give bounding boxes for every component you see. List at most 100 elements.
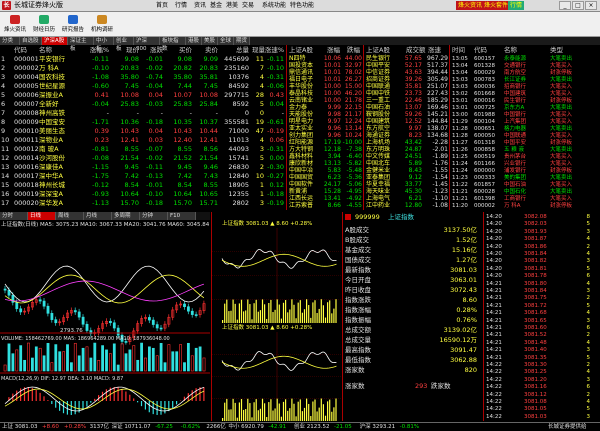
table-cell: 5 bbox=[1, 91, 6, 99]
table-cell: 15741 bbox=[228, 154, 249, 162]
table-header-8[interactable]: 总量 bbox=[221, 46, 249, 54]
menu-item-1[interactable]: 行情 bbox=[175, 1, 187, 10]
tab-11[interactable]: 期货 bbox=[234, 37, 250, 45]
toolbar-button-0[interactable]: 烽火资讯 bbox=[2, 14, 28, 34]
table-row[interactable]: 12 000014 沙河股份 -0.08 21.54 -0.02 21.52 21.54 157… bbox=[0, 154, 285, 163]
table-row[interactable]: 5 000006 深振业A 0.41 10.08 0.04 10.07 10.08 297715… bbox=[0, 91, 285, 100]
table-row[interactable]: 15 000018 神州长城 -0.12 8.54 -0.01 8.54 8.55 18905 1… bbox=[0, 181, 285, 190]
menu-red-1[interactable]: 烽火套件 bbox=[482, 1, 511, 10]
table-cell: -0.03 bbox=[146, 100, 163, 108]
table-cell: 000016 bbox=[14, 163, 39, 171]
minute-vol-bar bbox=[236, 417, 238, 421]
menu-item-6[interactable]: 系统功能 bbox=[262, 1, 286, 10]
index-row-label: 总成交量 bbox=[345, 336, 371, 344]
chart-tab-2[interactable]: 周线 bbox=[56, 212, 84, 220]
minute-vol-bar bbox=[243, 311, 245, 323]
minute-vol-bar bbox=[320, 299, 322, 323]
table-row[interactable]: 8 000009 中国宝安 -1.71 10.36 -0.18 10.35 10.37 3555… bbox=[0, 118, 285, 127]
minute-vol-bar bbox=[224, 303, 226, 323]
menu-item-2[interactable]: 资讯 bbox=[194, 1, 206, 10]
minute-vol-bar bbox=[264, 304, 266, 323]
table-row[interactable]: 7 000008 神州高铁 - - - - -0 0- bbox=[0, 109, 285, 118]
maximize-button[interactable]: □ bbox=[572, 1, 584, 10]
chart-tab-5[interactable]: 分钟 bbox=[140, 212, 168, 220]
tab-5[interactable]: 创业板 bbox=[114, 37, 134, 52]
table-header-2[interactable]: 名称 bbox=[39, 46, 77, 54]
menu-item-4[interactable]: 港美 bbox=[226, 1, 238, 10]
table-header-7[interactable]: 卖价 bbox=[194, 46, 218, 54]
table-row[interactable]: 1 000001 平安银行 -0.11 9.08 -0.01 9.08 9.09 445699 1… bbox=[0, 55, 285, 64]
chart-tabs: 分时 日线 周线 月线 多周期 分钟 F10 bbox=[0, 212, 210, 220]
tab-2[interactable]: 沪深A股 bbox=[42, 37, 68, 45]
table-cell: 000009 bbox=[14, 118, 39, 126]
table-row[interactable]: 4 000005 世纪星源 -0.60 7.45 -0.04 7.44 7.45 84592 4-… bbox=[0, 82, 285, 91]
table-row[interactable]: 9 000010 美丽生态 0.39 10.43 0.04 10.43 10.44 71000 4… bbox=[0, 127, 285, 136]
toolbar-icon-1 bbox=[39, 15, 49, 24]
table-row[interactable]: 3 000004 国农科技 -1.08 35.80 -0.74 35.80 35.81 1037… bbox=[0, 73, 285, 82]
table-row[interactable]: 16 000019 深深宝A -0.93 10.64 -0.10 10.64 10.65 123… bbox=[0, 190, 285, 199]
menu-item-0[interactable]: 首页 bbox=[156, 1, 168, 10]
table-header-3[interactable]: 涨幅% bbox=[79, 46, 109, 54]
minute-vol-bar bbox=[245, 310, 247, 323]
minute-vol-bar bbox=[259, 408, 261, 421]
index-row-value: 3091.47 bbox=[450, 346, 477, 354]
rank-mid-val2: -1.08 bbox=[432, 202, 448, 209]
menu-item-3[interactable]: 基金 bbox=[210, 1, 222, 10]
tab-9[interactable]: 美股 bbox=[202, 37, 218, 45]
minute-vol-bar bbox=[306, 299, 308, 323]
minute-vol-bar bbox=[335, 398, 337, 421]
close-button[interactable]: × bbox=[585, 1, 597, 10]
tab-7[interactable]: 板块指数 bbox=[160, 37, 186, 52]
table-cell: 0.39 bbox=[94, 127, 109, 135]
chart-tab-4[interactable]: 多周期 bbox=[112, 212, 140, 220]
toolbar-button-1[interactable]: 财经日历 bbox=[31, 14, 57, 34]
table-row[interactable]: 13 000016 深康佳A -1.15 9.45 -0.11 9.45 9.46 26830 2… bbox=[0, 163, 285, 172]
chart-tab-0[interactable]: 分时 bbox=[0, 212, 28, 220]
news-name[interactable]: 万 科A bbox=[504, 202, 521, 210]
tab-0[interactable]: 分类 bbox=[0, 37, 20, 45]
table-cell: 21.54 bbox=[120, 154, 139, 162]
table-row[interactable]: 6 000007 全新好 -0.04 25.83 -0.03 25.83 25.84 8592 5… bbox=[0, 100, 285, 109]
table-row[interactable]: 11 000012 南 玻A -0.81 8.55 -0.07 8.55 8.56 44093 3… bbox=[0, 145, 285, 154]
volume-bar bbox=[58, 351, 62, 372]
table-header-1[interactable]: 代码 bbox=[14, 46, 38, 54]
table-row[interactable]: 10 000011 深物业A 0.23 12.41 0.03 12.40 12.41 11013… bbox=[0, 136, 285, 145]
table-cell: 44093 bbox=[228, 145, 249, 153]
candle-body bbox=[116, 327, 120, 336]
table-cell: 35.80 bbox=[173, 73, 192, 81]
table-header-4[interactable]: 现价 bbox=[113, 46, 139, 54]
table-row[interactable]: 2 000002 万 科A -0.10 20.83 -0.02 20.82 20.83 2351… bbox=[0, 64, 285, 73]
minute-vol-bar bbox=[322, 305, 324, 323]
table-header-5[interactable]: 涨跌 bbox=[141, 46, 163, 54]
table-row[interactable]: 17 000020 深华发A -1.13 15.70 -0.18 15.70 15.71 280… bbox=[0, 199, 285, 208]
tab-3[interactable]: 深证主板 bbox=[68, 37, 94, 52]
toolbar-button-2[interactable]: 研究报告 bbox=[60, 14, 86, 34]
table-cell: 10.64 bbox=[173, 190, 192, 198]
minute-vol-bar bbox=[293, 403, 295, 421]
candle-body bbox=[73, 310, 77, 313]
tab-1[interactable]: 自选股 bbox=[20, 37, 42, 45]
table-cell: 0.43 bbox=[269, 91, 284, 99]
table-cell: 8.55 bbox=[203, 181, 218, 189]
menu-item-5[interactable]: 交易 bbox=[242, 1, 254, 10]
menu-red-2[interactable]: 行情 bbox=[508, 1, 525, 10]
table-header-6[interactable]: 买价 bbox=[166, 46, 192, 54]
chart-tab-3[interactable]: 月线 bbox=[84, 212, 112, 220]
chart-tab-6[interactable]: F10 bbox=[168, 212, 196, 220]
table-row[interactable]: 14 000017 深中华A -1.75 7.42 -0.13 7.42 7.43 12840 1… bbox=[0, 172, 285, 181]
volume-bar bbox=[171, 351, 175, 372]
minimize-button[interactable]: _ bbox=[559, 1, 571, 10]
menu-red-0[interactable]: 烽火资讯 bbox=[456, 1, 485, 10]
table-cell: 000017 bbox=[14, 172, 39, 180]
toolbar-button-3[interactable]: 机构调研 bbox=[89, 14, 115, 34]
tab-4[interactable]: 中小板 bbox=[94, 37, 114, 52]
tab-8[interactable]: 港股 bbox=[186, 37, 202, 45]
minute-vol-bar bbox=[266, 318, 268, 323]
tab-6[interactable]: 沪深300 bbox=[134, 37, 160, 52]
candle-body bbox=[19, 308, 23, 313]
table-header-10[interactable]: 涨速% bbox=[262, 46, 284, 54]
tab-10[interactable]: 全球 bbox=[218, 37, 234, 45]
menu-item-7[interactable]: 特色功能 bbox=[290, 1, 314, 10]
index-row-label: 最低指数 bbox=[345, 356, 371, 364]
chart-tab-1[interactable]: 日线 bbox=[28, 212, 56, 220]
